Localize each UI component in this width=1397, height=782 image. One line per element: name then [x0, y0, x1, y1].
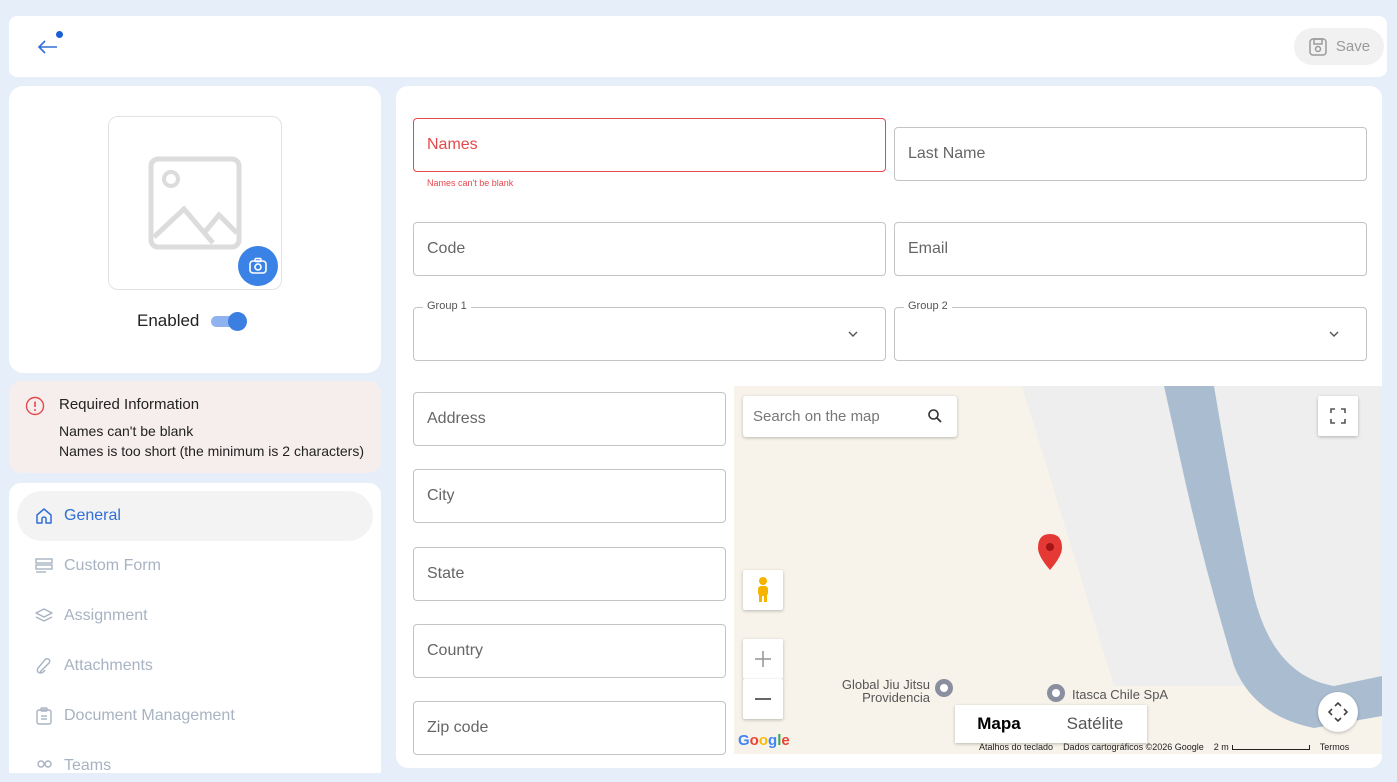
map-search-input[interactable]: Search on the map	[743, 396, 957, 437]
notification-dot	[56, 31, 63, 38]
poi-marker-icon	[1047, 684, 1065, 702]
layers-icon	[35, 608, 53, 622]
group2-select-label: Group 2	[904, 300, 952, 312]
code-field[interactable]: Code	[413, 222, 886, 276]
pegman-icon	[758, 577, 768, 602]
zoom-out-button[interactable]	[743, 679, 783, 719]
state-field-label: State	[427, 565, 465, 582]
group2-select[interactable]: Group 2	[894, 300, 1367, 361]
last-name-field[interactable]: Last Name	[894, 127, 1367, 181]
state-field[interactable]: State	[413, 547, 726, 601]
save-icon	[1309, 37, 1327, 56]
country-field[interactable]: Country	[413, 624, 726, 678]
map-pin-icon	[1038, 534, 1062, 570]
code-field-label: Code	[427, 240, 466, 257]
address-field-label: Address	[427, 410, 486, 427]
nav-item-document-management[interactable]: Document Management	[17, 691, 373, 741]
nav-item-label: Custom Form	[64, 557, 161, 574]
email-field-label: Email	[908, 240, 949, 257]
map-type-satellite-button[interactable]: Satélite	[1043, 705, 1147, 743]
nav-item-assignment[interactable]: Assignment	[17, 591, 373, 641]
nav-item-attachments[interactable]: Attachments	[17, 641, 373, 691]
map[interactable]: Search on the map Global Jiu Jitsu Provi…	[734, 386, 1382, 754]
search-icon	[928, 409, 942, 423]
required-info-message: Names can't be blank	[59, 423, 194, 439]
profile-card: Enabled	[9, 86, 381, 373]
nav-item-custom-form[interactable]: Custom Form	[17, 541, 373, 591]
nav-item-label: Attachments	[64, 657, 153, 674]
map-scale: 2 m	[1214, 742, 1310, 752]
team-icon	[37, 760, 52, 768]
zip-code-field-label: Zip code	[427, 719, 489, 736]
save-button[interactable]: Save	[1294, 28, 1384, 65]
required-info-alert: Required Information Names can't be blan…	[9, 381, 381, 473]
street-view-button[interactable]	[743, 570, 783, 610]
move-arrows-icon	[1327, 701, 1349, 723]
map-type-map-button[interactable]: Mapa	[955, 705, 1043, 743]
camera-button[interactable]	[238, 246, 278, 286]
zip-code-field[interactable]: Zip code	[413, 701, 726, 755]
map-camera-control[interactable]	[1318, 692, 1358, 732]
chevron-down-icon	[1329, 331, 1339, 337]
country-field-label: Country	[427, 642, 484, 659]
home-icon	[36, 508, 52, 524]
google-logo: Google	[738, 732, 790, 749]
enabled-row: Enabled	[137, 311, 248, 331]
map-search-placeholder: Search on the map	[753, 408, 880, 425]
group1-select-label: Group 1	[423, 300, 471, 312]
enabled-toggle[interactable]	[211, 312, 248, 331]
top-bar: Save	[9, 16, 1387, 77]
section-nav: General Custom Form Assignment Attachmen…	[9, 483, 381, 773]
poi-label[interactable]: Itasca Chile SpA	[1072, 688, 1168, 701]
alert-circle-icon	[25, 396, 45, 416]
names-field[interactable]: Names	[413, 118, 886, 172]
address-field[interactable]: Address	[413, 392, 726, 446]
enabled-label: Enabled	[137, 311, 200, 330]
names-error-text: Names can't be blank	[427, 178, 514, 188]
poi-label[interactable]: Global Jiu Jitsu Providencia	[826, 678, 930, 704]
form-icon	[35, 558, 53, 573]
chevron-down-icon	[848, 331, 858, 337]
group1-select[interactable]: Group 1	[413, 300, 886, 361]
nav-item-label: Teams	[64, 757, 112, 773]
minus-icon	[755, 698, 771, 700]
nav-item-teams[interactable]: Teams	[17, 741, 373, 773]
poi-marker-icon	[935, 679, 953, 697]
zoom-in-button[interactable]	[743, 639, 783, 679]
clipboard-icon	[36, 707, 52, 725]
nav-item-general[interactable]: General	[17, 491, 373, 541]
fullscreen-icon	[1330, 408, 1346, 424]
required-info-title: Required Information	[59, 396, 200, 413]
save-label: Save	[1335, 38, 1371, 55]
map-fullscreen-button[interactable]	[1318, 396, 1358, 436]
names-field-label: Names	[427, 136, 478, 153]
terms-link[interactable]: Termos	[1320, 742, 1350, 752]
map-data-attribution: Dados cartográficos ©2026 Google	[1063, 742, 1204, 752]
required-info-message: Names is too short (the minimum is 2 cha…	[59, 443, 364, 459]
paperclip-icon	[36, 658, 51, 674]
city-field[interactable]: City	[413, 469, 726, 523]
nav-item-label: General	[64, 507, 121, 524]
nav-item-label: Assignment	[64, 607, 148, 624]
keyboard-shortcuts-link[interactable]: Atalhos do teclado	[979, 742, 1053, 752]
map-type-switch: Mapa Satélite	[955, 705, 1147, 743]
last-name-field-label: Last Name	[908, 145, 986, 162]
camera-icon	[249, 257, 267, 274]
nav-item-label: Document Management	[64, 707, 235, 724]
map-footer: Atalhos do teclado Dados cartográficos ©…	[979, 742, 1349, 752]
email-field[interactable]: Email	[894, 222, 1367, 276]
city-field-label: City	[427, 487, 455, 504]
plus-icon	[755, 651, 771, 667]
